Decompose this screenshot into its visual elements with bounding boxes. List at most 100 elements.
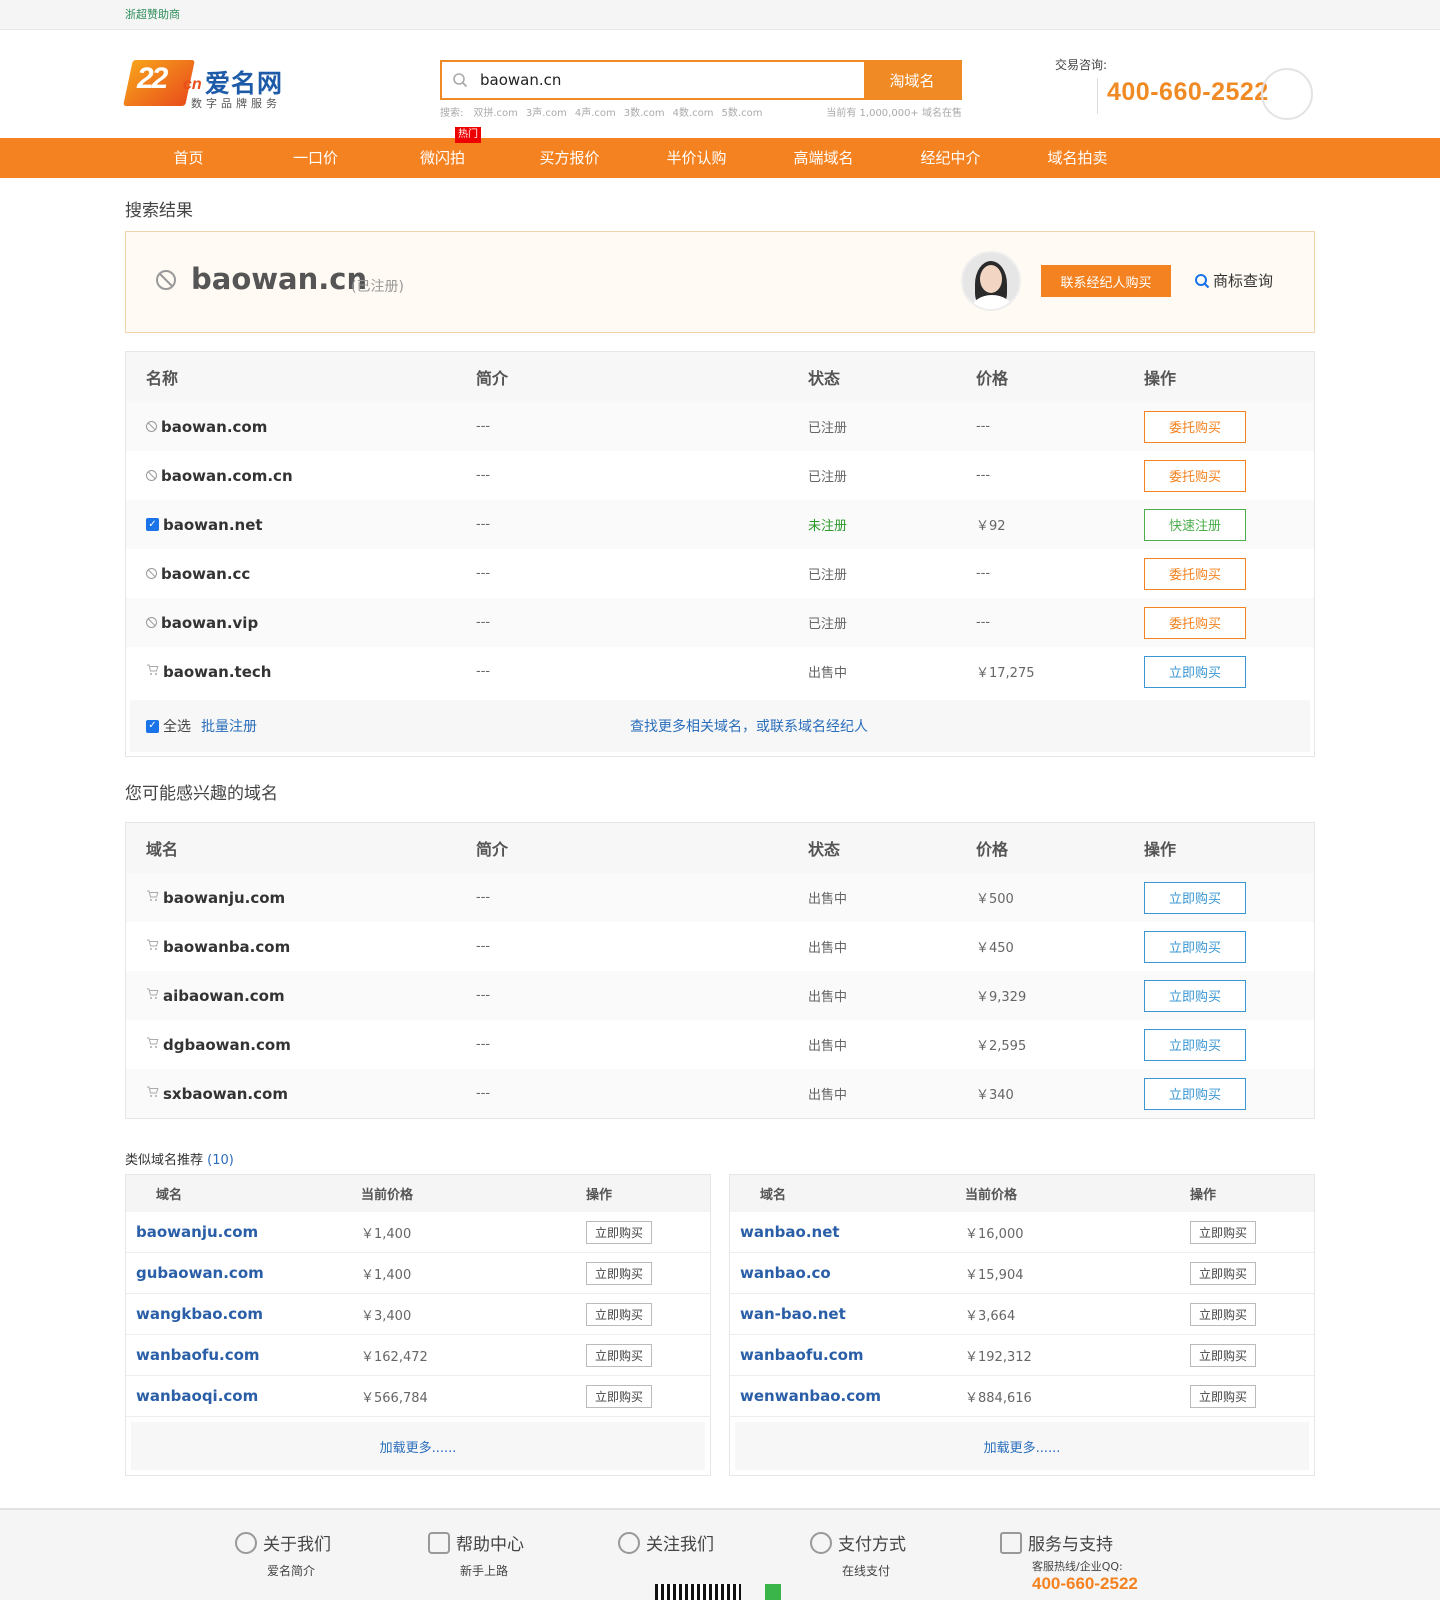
hint-link[interactable]: 4数.com <box>673 104 714 119</box>
buy-now-button[interactable]: 立即购买 <box>1190 1302 1256 1326</box>
table-row: baowan.com --- 已注册 --- 委托购买 <box>126 402 1314 451</box>
nav-item-premium[interactable]: 高端域名 <box>760 138 887 178</box>
buy-now-button[interactable]: 立即购买 <box>1190 1343 1256 1367</box>
domain-link[interactable]: gubaowan.com <box>136 1264 264 1282</box>
nav-item-buyer-offer[interactable]: 买方报价 <box>506 138 633 178</box>
buy-now-button[interactable]: 立即购买 <box>1190 1384 1256 1408</box>
cell-intro: --- <box>476 1086 491 1101</box>
select-all-label: 全选 <box>163 719 191 735</box>
cell-intro: --- <box>476 1037 491 1052</box>
domain-link[interactable]: baowanju.com <box>136 1223 258 1241</box>
hint-link[interactable]: 4声.com <box>575 104 616 119</box>
buy-now-button[interactable]: 立即购买 <box>1144 1077 1246 1110</box>
buy-now-button[interactable]: 立即购买 <box>1190 1220 1256 1244</box>
hint-link[interactable]: 3声.com <box>526 104 567 119</box>
action-button[interactable]: 委托购买 <box>1144 557 1246 590</box>
cell-price: ￥450 <box>976 941 1014 956</box>
col-header: 当前价格 <box>965 1188 1018 1203</box>
domain-link[interactable]: wangkbao.com <box>136 1305 263 1323</box>
domain-link[interactable]: wanbao.co <box>740 1264 831 1282</box>
cell-name: wenwanbao.com <box>730 1387 965 1405</box>
cell-name: baowanju.com <box>126 889 476 907</box>
search-icon <box>1195 273 1210 288</box>
nav-item-broker[interactable]: 经纪中介 <box>887 138 1014 178</box>
table-row: dgbaowan.com --- 出售中 ￥2,595 立即购买 <box>126 1020 1314 1069</box>
batch-register-link[interactable]: 批量注册 <box>201 716 257 736</box>
buy-now-button[interactable]: 立即购买 <box>1144 1028 1246 1061</box>
cell-price: ￥2,595 <box>976 1039 1027 1054</box>
action-button[interactable]: 委托购买 <box>1144 606 1246 639</box>
nav-item-fixed-price[interactable]: 一口价 <box>252 138 379 178</box>
domain-link[interactable]: wanbao.net <box>740 1223 840 1241</box>
cell-name: baowanba.com <box>126 938 476 956</box>
footer-title[interactable]: 服务与支持 <box>1028 1530 1113 1555</box>
buy-now-button[interactable]: 立即购买 <box>1144 979 1246 1012</box>
load-more-link[interactable]: 加载更多...... <box>131 1422 705 1470</box>
table-row: wanbaoqi.com ￥566,784 立即购买 <box>126 1376 710 1417</box>
hotline-divider <box>1097 78 1098 114</box>
footer-link[interactable]: 爱名简介 <box>267 1564 315 1578</box>
nav-item-home[interactable]: 首页 <box>125 138 252 178</box>
site-logo[interactable]: 22 cn 爱名网 数字品牌服务 <box>123 58 305 114</box>
col-header: 简介 <box>476 369 509 388</box>
footer-link[interactable]: 新手上路 <box>460 1564 508 1578</box>
cell-name: baowan.com.cn <box>126 467 476 485</box>
footer-left: ✓ 全选 批量注册 <box>130 716 630 736</box>
buy-now-button[interactable]: 立即购买 <box>1144 930 1246 963</box>
action-button[interactable]: 快速注册 <box>1144 508 1246 541</box>
cell-name: wanbaofu.com <box>730 1346 965 1364</box>
footer-title[interactable]: 关于我们 <box>263 1530 331 1555</box>
cell-intro: --- <box>476 468 491 483</box>
select-all-checkbox[interactable]: ✓ <box>146 719 159 733</box>
nav-item-auction[interactable]: 域名拍卖 <box>1014 138 1141 178</box>
domain-name: baowan.vip <box>161 613 259 632</box>
action-button[interactable]: 委托购买 <box>1144 410 1246 443</box>
contact-broker-button[interactable]: 联系经纪人购买 <box>1041 265 1171 297</box>
search-button[interactable]: 淘域名 <box>864 62 960 98</box>
footer-title[interactable]: 支付方式 <box>838 1530 906 1555</box>
buy-now-button[interactable]: 立即购买 <box>586 1261 652 1285</box>
table-row: wenwanbao.com ￥884,616 立即购买 <box>730 1376 1314 1417</box>
domain-link[interactable]: wenwanbao.com <box>740 1387 881 1405</box>
section-title-interest: 您可能感兴趣的域名 <box>125 784 278 804</box>
checkbox[interactable]: ✓ <box>146 518 159 531</box>
refresh-icon <box>235 1531 257 1554</box>
domain-link[interactable]: wanbaofu.com <box>740 1346 864 1364</box>
main-content: 搜索结果 baowan.cn (已注册) 联系经纪人购买 商标查询 名称 简介 … <box>125 196 1315 1476</box>
buy-now-button[interactable]: 立即购买 <box>586 1220 652 1244</box>
table-row: wangkbao.com ￥3,400 立即购买 <box>126 1294 710 1335</box>
domain-link[interactable]: wanbaoqi.com <box>136 1387 258 1405</box>
buy-now-button[interactable]: 立即购买 <box>586 1343 652 1367</box>
search-input[interactable] <box>478 62 864 98</box>
footer-link[interactable]: 在线支付 <box>842 1564 890 1578</box>
col-header: 简介 <box>476 840 509 859</box>
similar-table-left: 域名 当前价格 操作 baowanju.com ￥1,400 立即购买 gubaowa… <box>125 1174 711 1476</box>
cell-name: wanbaofu.com <box>126 1346 361 1364</box>
hint-link[interactable]: 3数.com <box>624 104 665 119</box>
footer-title[interactable]: 关注我们 <box>646 1530 714 1555</box>
sponsor-link[interactable]: 浙超赞助商 <box>125 8 180 21</box>
buy-now-button[interactable]: 立即购买 <box>1144 881 1246 914</box>
cell-name: wanbao.co <box>730 1264 965 1282</box>
cell-price: ￥500 <box>976 892 1014 907</box>
buy-now-button[interactable]: 立即购买 <box>586 1384 652 1408</box>
find-more-link[interactable]: 查找更多相关域名，或联系域名经纪人 <box>630 716 868 736</box>
buy-now-button[interactable]: 立即购买 <box>586 1302 652 1326</box>
cell-action: 立即购买 <box>1144 881 1314 914</box>
buy-now-button[interactable]: 立即购买 <box>1190 1261 1256 1285</box>
action-button[interactable]: 立即购买 <box>1144 655 1246 688</box>
action-button[interactable]: 委托购买 <box>1144 459 1246 492</box>
domain-link[interactable]: wanbaofu.com <box>136 1346 260 1364</box>
cell-action: 立即购买 <box>1190 1220 1314 1244</box>
cart-icon <box>146 1037 159 1053</box>
hint-link[interactable]: 双拼.com <box>473 104 518 119</box>
domain-link[interactable]: wan-bao.net <box>740 1305 846 1323</box>
footer-title[interactable]: 帮助中心 <box>456 1530 524 1555</box>
cell-price: --- <box>976 615 991 630</box>
nav-item-half-price[interactable]: 半价认购 <box>633 138 760 178</box>
load-more-link[interactable]: 加载更多...... <box>735 1422 1309 1470</box>
hint-link[interactable]: 5数.com <box>722 104 763 119</box>
col-header: 操作 <box>1144 840 1177 859</box>
trademark-link[interactable]: 商标查询 <box>1194 270 1273 291</box>
nav-item-flash-auction[interactable]: 微闪拍 热门 <box>379 127 506 178</box>
